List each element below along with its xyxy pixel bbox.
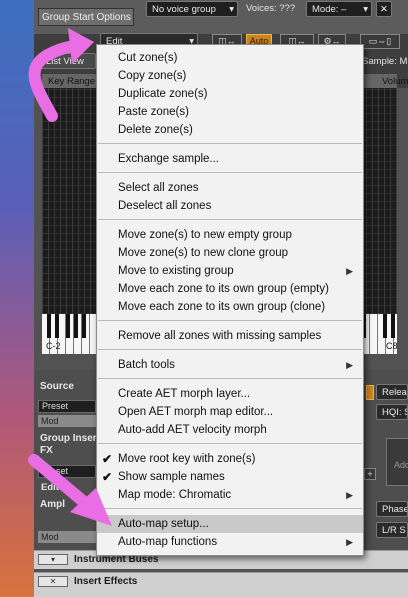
menu-item-remove-missing-samples[interactable]: Remove all zones with missing samples: [97, 327, 363, 345]
source-preset-dropdown[interactable]: Preset: [38, 400, 96, 413]
menu-item-duplicate-zones[interactable]: Duplicate zone(s): [97, 85, 363, 103]
menu-item-label: Create AET morph layer...: [118, 388, 251, 400]
mode-label: Mode: –: [312, 4, 347, 15]
keyboard-high-note: C8: [386, 341, 398, 351]
menu-item-label: Duplicate zone(s): [118, 88, 208, 100]
menu-item-label: Copy zone(s): [118, 70, 187, 82]
menu-item-label: Paste zone(s): [118, 106, 189, 118]
lr-swap-button[interactable]: L/R S: [376, 522, 408, 538]
edit-context-menu: Cut zone(s) Copy zone(s) Duplicate zone(…: [96, 44, 364, 556]
menu-item-create-aet-morph-layer[interactable]: Create AET morph layer...: [97, 385, 363, 403]
menu-item-exchange-sample[interactable]: Exchange sample...: [97, 150, 363, 168]
keyboard-low-note: C-2: [46, 341, 61, 351]
menu-item-label: Move each zone to its own group (clone): [118, 301, 326, 313]
menu-item-label: Open AET morph map editor...: [118, 406, 274, 418]
expand-icon[interactable]: ▾: [38, 554, 68, 565]
menu-item-deselect-all-zones[interactable]: Deselect all zones: [97, 197, 363, 215]
menu-item-label: Exchange sample...: [118, 153, 220, 165]
menu-item-batch-tools[interactable]: Batch tools ▶: [97, 356, 363, 374]
menu-item-auto-add-aet-velocity-morph[interactable]: Auto-add AET velocity morph: [97, 421, 363, 439]
chevron-down-icon: ▾: [229, 4, 234, 15]
menu-item-label: Move zone(s) to new empty group: [118, 229, 292, 241]
menu-item-label: Map mode: Chromatic: [118, 489, 232, 501]
menu-item-delete-zones[interactable]: Delete zone(s): [97, 121, 363, 139]
menu-item-label: Cut zone(s): [118, 52, 178, 64]
menu-item-label: Move zone(s) to new clone group: [118, 247, 289, 259]
menu-item-show-sample-names[interactable]: ✔ Show sample names: [97, 468, 363, 486]
source-mod-tab[interactable]: Mod: [38, 415, 96, 427]
menu-item-move-to-existing-group[interactable]: Move to existing group ▶: [97, 262, 363, 280]
menu-separator: [98, 219, 362, 220]
menu-separator: [98, 172, 362, 173]
phase-button[interactable]: Phase: [376, 501, 408, 517]
menu-separator: [98, 143, 362, 144]
submenu-arrow-icon: ▶: [346, 490, 353, 500]
lock-button[interactable]: ▭⇔▯: [360, 34, 400, 49]
menu-separator: [98, 320, 362, 321]
voices-readout: Voices: ???: [246, 3, 296, 14]
menu-item-label: Move root key with zone(s): [118, 453, 256, 465]
source-label: Source: [40, 381, 74, 392]
menu-item-label: Remove all zones with missing samples: [118, 330, 322, 342]
submenu-arrow-icon: ▶: [346, 360, 353, 370]
pointer-arrow-bottom: [28, 454, 112, 526]
submenu-arrow-icon: ▶: [346, 537, 353, 547]
menu-item-label: Auto-add AET velocity morph: [118, 424, 267, 436]
menu-item-auto-map-setup[interactable]: Auto-map setup...: [97, 515, 363, 533]
menu-separator: [98, 508, 362, 509]
menu-separator: [98, 443, 362, 444]
preset-label: Preset: [42, 401, 69, 411]
menu-item-label: Move each zone to its own group (empty): [118, 283, 329, 295]
chevron-down-icon: ▾: [363, 4, 368, 15]
close-icon[interactable]: ✕: [376, 1, 392, 17]
menu-item-label: Deselect all zones: [118, 200, 212, 212]
menu-item-move-to-new-clone-group[interactable]: Move zone(s) to new clone group: [97, 244, 363, 262]
menu-item-cut-zones[interactable]: Cut zone(s): [97, 49, 363, 67]
menu-item-label: Move to existing group: [118, 265, 234, 277]
release-led[interactable]: [366, 385, 374, 400]
hqi-dropdown[interactable]: HQI: S: [376, 404, 408, 420]
menu-item-open-aet-morph-map-editor[interactable]: Open AET morph map editor...: [97, 403, 363, 421]
close-icon[interactable]: ✕: [38, 576, 68, 587]
menu-item-auto-map-functions[interactable]: Auto-map functions ▶: [97, 533, 363, 551]
menu-item-select-all-zones[interactable]: Select all zones: [97, 179, 363, 197]
add-slot-label: Add: [394, 460, 408, 470]
pointer-arrow-top: [28, 28, 94, 122]
submenu-arrow-icon: ▶: [346, 266, 353, 276]
volume-header: Volum: [382, 76, 408, 87]
menu-separator: [98, 378, 362, 379]
plus-icon[interactable]: +: [364, 468, 376, 480]
menu-item-move-each-zone-empty[interactable]: Move each zone to its own group (empty): [97, 280, 363, 298]
release-button[interactable]: Relea: [376, 384, 408, 400]
menu-item-label: Batch tools: [118, 359, 175, 371]
mode-dropdown[interactable]: Mode: – ▾: [306, 1, 372, 17]
menu-item-copy-zones[interactable]: Copy zone(s): [97, 67, 363, 85]
menu-item-label: Auto-map setup...: [118, 518, 209, 530]
menu-item-move-each-zone-clone[interactable]: Move each zone to its own group (clone): [97, 298, 363, 316]
menu-item-paste-zones[interactable]: Paste zone(s): [97, 103, 363, 121]
menu-item-label: Show sample names: [118, 471, 225, 483]
menu-item-move-to-new-empty-group[interactable]: Move zone(s) to new empty group: [97, 226, 363, 244]
menu-item-label: Select all zones: [118, 182, 199, 194]
voice-group-dropdown[interactable]: No voice group ▾: [146, 1, 238, 17]
menu-item-move-root-key[interactable]: ✔ Move root key with zone(s): [97, 450, 363, 468]
sample-label: Sample: M: [362, 56, 408, 67]
insert-effects-row[interactable]: ✕ Insert Effects: [34, 572, 408, 597]
menu-item-map-mode[interactable]: Map mode: Chromatic ▶: [97, 486, 363, 504]
voice-group-label: No voice group: [152, 4, 216, 15]
menu-item-label: Delete zone(s): [118, 124, 193, 136]
insert-effects-label: Insert Effects: [74, 576, 138, 587]
menu-item-label: Auto-map functions: [118, 536, 218, 548]
menu-separator: [98, 349, 362, 350]
